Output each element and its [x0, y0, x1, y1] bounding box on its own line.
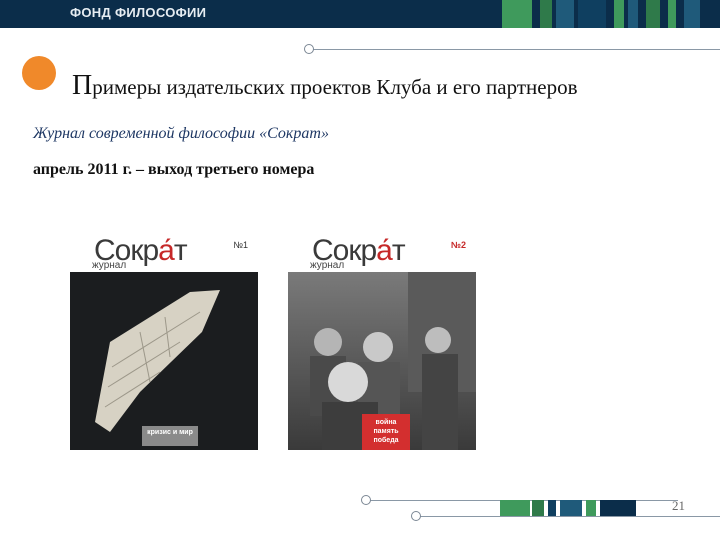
top-bar: ФОНД ФИЛОСОФИИ — [0, 0, 720, 28]
deco-square — [548, 500, 556, 516]
title-text: римеры издательских проектов Клуба и его… — [92, 75, 578, 99]
deco-square — [500, 500, 530, 516]
deco-square — [560, 500, 582, 516]
cover-masthead: Сокра́т журнал №2 — [288, 236, 476, 272]
deco-square — [532, 500, 544, 516]
orange-bullet — [22, 56, 56, 90]
slide-title: Примеры издательских проектов Клуба и ег… — [72, 70, 577, 102]
deco-square — [614, 0, 624, 28]
journal-line: Журнал современной философии «Сократ» — [33, 125, 329, 142]
cover-issue: №2 — [450, 240, 466, 250]
deco-square — [684, 0, 700, 28]
cover-masthead: Сокра́т журнал №1 — [70, 236, 258, 272]
cover-badge: кризис и мир — [147, 429, 193, 436]
cover-subtitle: журнал — [310, 260, 345, 271]
deco-square — [540, 0, 552, 28]
bottom-divider-2 — [418, 516, 720, 517]
cover-badge: война память победа — [373, 419, 399, 444]
deco-square — [668, 0, 676, 28]
cover-issue: №1 — [233, 240, 248, 250]
deco-square — [502, 0, 532, 28]
cover-image — [70, 272, 258, 450]
deco-square — [600, 500, 636, 516]
issue-line: апрель 2011 г. – выход третьего номера — [33, 161, 315, 178]
magazine-cover-2: Сокра́т журнал №2 война память победа — [288, 236, 476, 450]
page-number: 21 — [672, 498, 685, 513]
title-capital: П — [72, 70, 93, 101]
deco-square — [586, 500, 596, 516]
deco-square — [646, 0, 660, 28]
deco-square — [578, 0, 606, 28]
bottom-divider-ring-2 — [411, 511, 421, 521]
deco-square — [628, 0, 638, 28]
top-divider — [310, 49, 720, 50]
top-divider-ring — [304, 44, 314, 54]
bottom-divider-ring-1 — [361, 495, 371, 505]
magazine-cover-1: Сокра́т журнал №1 кризис и мир — [70, 236, 258, 450]
deco-square — [556, 0, 574, 28]
brand-label: ФОНД ФИЛОСОФИИ — [70, 5, 207, 20]
cover-subtitle: журнал — [92, 260, 127, 271]
